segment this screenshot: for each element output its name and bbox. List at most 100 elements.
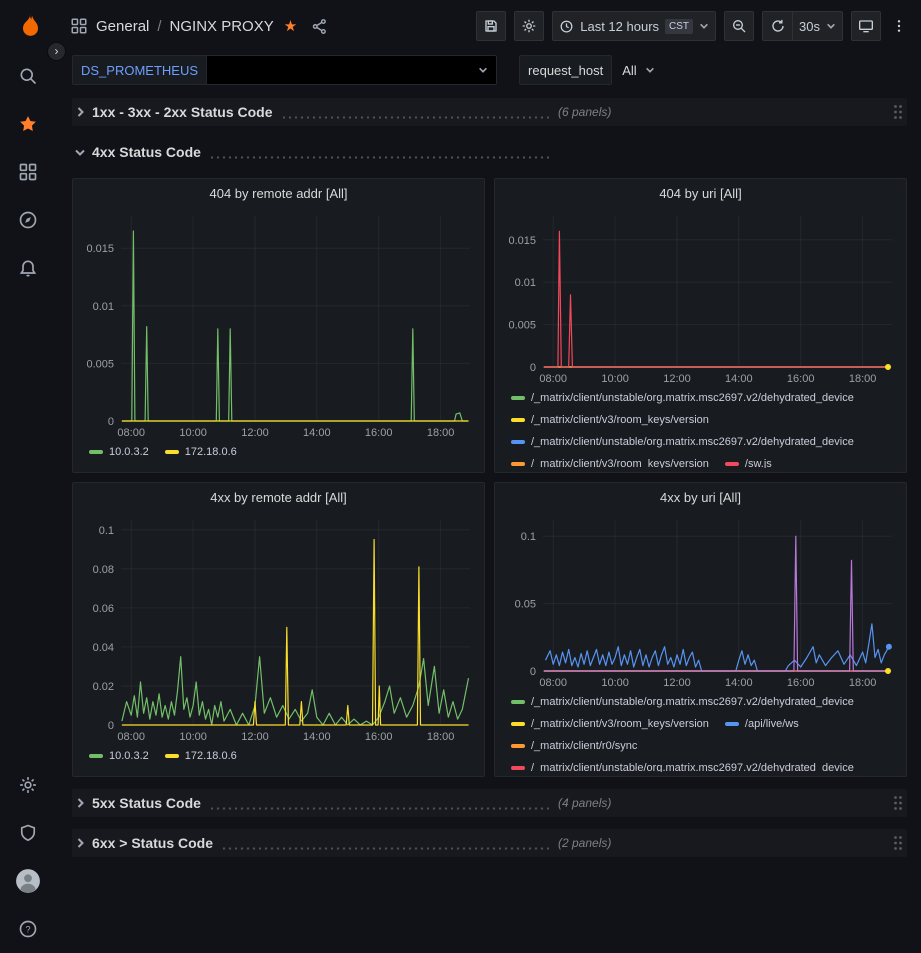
timezone-badge: CST bbox=[665, 19, 693, 34]
dotted-leader bbox=[209, 156, 550, 159]
gear-icon bbox=[18, 775, 38, 795]
legend-item[interactable]: /_matrix/client/v3/room_keys/version bbox=[511, 713, 709, 734]
row-6xx[interactable]: 6xx > Status Code (2 panels) bbox=[72, 829, 907, 857]
legend-item[interactable]: /_matrix/client/v3/room_keys/version bbox=[511, 453, 709, 468]
sidebar-expand-button[interactable]: › bbox=[47, 42, 66, 61]
help-icon: ? bbox=[18, 919, 38, 939]
dashboard-canvas: 1xx - 3xx - 2xx Status Code (6 panels) 4… bbox=[56, 92, 921, 953]
page-title[interactable]: NGINX PROXY bbox=[170, 18, 274, 35]
svg-text:14:00: 14:00 bbox=[303, 427, 331, 439]
header-toolbar: Last 12 hours CST 30s bbox=[476, 11, 909, 41]
favorite-star-icon[interactable]: ★ bbox=[284, 17, 297, 35]
chevron-right-icon bbox=[74, 837, 86, 849]
svg-text:0.015: 0.015 bbox=[86, 243, 114, 255]
series-label: /_matrix/client/unstable/org.matrix.msc2… bbox=[531, 696, 854, 708]
row-title: 4xx Status Code bbox=[92, 144, 201, 160]
timeseries-chart[interactable]: 00.050.108:0010:0012:0014:0016:0018:00 bbox=[501, 513, 900, 689]
legend-item[interactable]: 10.0.3.2 bbox=[89, 441, 149, 462]
legend-item[interactable]: /_matrix/client/unstable/org.matrix.msc2… bbox=[511, 387, 854, 408]
svg-text:0: 0 bbox=[108, 416, 114, 428]
svg-text:16:00: 16:00 bbox=[365, 427, 393, 439]
legend-item[interactable]: 172.18.0.6 bbox=[165, 441, 237, 462]
series-color-swatch bbox=[89, 450, 103, 454]
series-color-swatch bbox=[511, 462, 525, 466]
search-icon bbox=[18, 66, 38, 86]
row-1xx-3xx-2xx[interactable]: 1xx - 3xx - 2xx Status Code (6 panels) bbox=[72, 98, 907, 126]
refresh-button[interactable] bbox=[762, 11, 792, 41]
svg-text:0.04: 0.04 bbox=[93, 642, 114, 654]
request-host-variable-label: request_host bbox=[519, 55, 612, 85]
svg-text:14:00: 14:00 bbox=[725, 677, 753, 689]
legend-item[interactable]: /_matrix/client/unstable/org.matrix.msc2… bbox=[511, 757, 854, 772]
sidebar-item-server-admin[interactable] bbox=[0, 809, 56, 857]
apps-grid-icon bbox=[70, 17, 88, 35]
sidebar-item-dashboards[interactable] bbox=[0, 148, 56, 196]
kebab-menu-icon bbox=[891, 18, 907, 34]
series-label: 10.0.3.2 bbox=[109, 446, 149, 458]
time-range-picker[interactable]: Last 12 hours CST bbox=[552, 11, 716, 41]
panel-title[interactable]: 404 by uri [All] bbox=[501, 179, 900, 209]
zoom-out-icon bbox=[731, 18, 747, 34]
refresh-interval-dropdown[interactable]: 30s bbox=[792, 11, 843, 41]
request-host-select[interactable]: All bbox=[612, 55, 664, 85]
request-host-select-value: All bbox=[622, 63, 636, 78]
legend-item[interactable]: 172.18.0.6 bbox=[165, 745, 237, 766]
series-color-swatch bbox=[511, 766, 525, 770]
series-color-swatch bbox=[165, 450, 179, 454]
series-label: /_matrix/client/r0/sync bbox=[531, 740, 637, 752]
dashboards-grid-icon bbox=[18, 162, 38, 182]
sidebar-item-alerting[interactable] bbox=[0, 244, 56, 292]
panel-title[interactable]: 404 by remote addr [All] bbox=[79, 179, 478, 209]
save-dashboard-button[interactable] bbox=[476, 11, 506, 41]
panel-4xx-by-uri: 4xx by uri [All] 00.050.108:0010:0012:00… bbox=[494, 482, 907, 777]
svg-text:0: 0 bbox=[530, 362, 536, 374]
more-options-button[interactable] bbox=[889, 11, 909, 41]
row-title: 1xx - 3xx - 2xx Status Code bbox=[92, 104, 273, 120]
panel-title[interactable]: 4xx by uri [All] bbox=[501, 483, 900, 513]
series-label: /sw.js bbox=[745, 458, 772, 469]
legend-item[interactable]: /_matrix/client/v3/room_keys/version bbox=[511, 409, 709, 430]
series-label: 10.0.3.2 bbox=[109, 750, 149, 762]
datasource-select[interactable] bbox=[207, 55, 497, 85]
grafana-logo[interactable] bbox=[0, 0, 56, 52]
sidebar-item-profile[interactable] bbox=[0, 857, 56, 905]
refresh-icon bbox=[770, 18, 786, 34]
panel-title[interactable]: 4xx by remote addr [All] bbox=[79, 483, 478, 513]
legend-item[interactable]: /_matrix/client/unstable/org.matrix.msc2… bbox=[511, 691, 854, 712]
row-4xx[interactable]: 4xx Status Code bbox=[72, 138, 907, 166]
legend-item[interactable]: /_matrix/client/unstable/org.matrix.msc2… bbox=[511, 431, 854, 452]
svg-text:18:00: 18:00 bbox=[849, 373, 877, 385]
timeseries-chart[interactable]: 00.0050.010.01508:0010:0012:0014:0016:00… bbox=[79, 209, 478, 439]
dashboard-settings-button[interactable] bbox=[514, 11, 544, 41]
dotted-leader bbox=[209, 807, 550, 810]
timeseries-chart[interactable]: 00.0050.010.01508:0010:0012:0014:0016:00… bbox=[501, 209, 900, 385]
row-5xx[interactable]: 5xx Status Code (4 panels) bbox=[72, 789, 907, 817]
legend-item[interactable]: 10.0.3.2 bbox=[89, 745, 149, 766]
legend-item[interactable]: /_matrix/client/r0/sync bbox=[511, 735, 637, 756]
monitor-icon bbox=[858, 18, 874, 34]
panel-legend: 10.0.3.2 172.18.0.6 bbox=[79, 439, 478, 462]
sidebar-item-configuration[interactable] bbox=[0, 761, 56, 809]
breadcrumb-section[interactable]: General bbox=[96, 18, 149, 35]
row-title: 6xx > Status Code bbox=[92, 835, 213, 851]
svg-text:0.015: 0.015 bbox=[508, 235, 536, 247]
row-drag-handle[interactable] bbox=[893, 795, 903, 811]
legend-item[interactable]: /sw.js bbox=[725, 453, 772, 468]
sidebar: › bbox=[0, 0, 56, 953]
share-icon[interactable] bbox=[311, 18, 328, 35]
row-drag-handle[interactable] bbox=[893, 835, 903, 851]
sidebar-item-explore[interactable] bbox=[0, 196, 56, 244]
row-drag-handle[interactable] bbox=[893, 104, 903, 120]
tv-mode-button[interactable] bbox=[851, 11, 881, 41]
sidebar-item-starred[interactable] bbox=[0, 100, 56, 148]
svg-text:08:00: 08:00 bbox=[117, 731, 145, 743]
grafana-flame-icon bbox=[13, 11, 43, 41]
sidebar-item-search[interactable] bbox=[0, 52, 56, 100]
svg-text:0.005: 0.005 bbox=[508, 320, 536, 332]
timeseries-chart[interactable]: 00.020.040.060.080.108:0010:0012:0014:00… bbox=[79, 513, 478, 743]
legend-item[interactable]: /api/live/ws bbox=[725, 713, 799, 734]
svg-text:16:00: 16:00 bbox=[365, 731, 393, 743]
sidebar-item-help[interactable]: ? bbox=[0, 905, 56, 953]
svg-text:0.06: 0.06 bbox=[93, 603, 114, 615]
zoom-out-time-button[interactable] bbox=[724, 11, 754, 41]
